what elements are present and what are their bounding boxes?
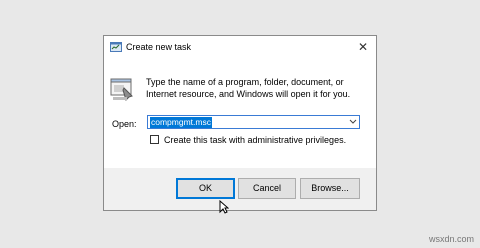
- dialog-content: Type the name of a program, folder, docu…: [104, 58, 376, 168]
- open-input-value[interactable]: compmgmt.msc: [150, 117, 212, 128]
- create-new-task-dialog: Create new task ✕ Type the name of a pro…: [103, 35, 377, 211]
- title-bar: Create new task ✕: [104, 36, 376, 58]
- dialog-title: Create new task: [126, 42, 192, 52]
- open-label: Open:: [112, 119, 137, 129]
- chevron-down-icon[interactable]: [349, 117, 357, 127]
- open-combobox[interactable]: compmgmt.msc: [147, 115, 360, 129]
- task-manager-icon: [110, 42, 122, 52]
- watermark-text: wsxdn.com: [428, 234, 474, 244]
- cancel-button[interactable]: Cancel: [238, 178, 296, 199]
- close-button[interactable]: ✕: [356, 40, 370, 54]
- dialog-description: Type the name of a program, folder, docu…: [146, 77, 351, 99]
- ok-button[interactable]: OK: [176, 178, 235, 199]
- mouse-pointer-icon: [219, 199, 230, 214]
- admin-privileges-checkbox[interactable]: [150, 135, 159, 144]
- browse-button[interactable]: Browse...: [300, 178, 360, 199]
- run-program-icon: [110, 76, 134, 102]
- admin-privileges-label[interactable]: Create this task with administrative pri…: [164, 135, 346, 145]
